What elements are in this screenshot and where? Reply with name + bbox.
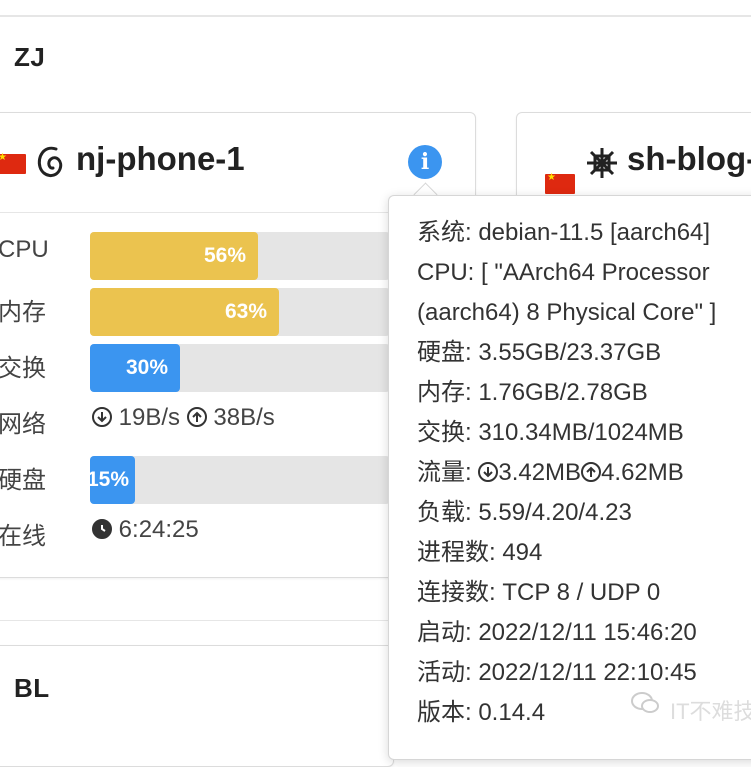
tooltip-processes: 进程数: 494 [417, 539, 543, 566]
uptime-row: 6:24:25 [92, 516, 199, 544]
server-details-tooltip: 系统: debian-11.5 [aarch64] CPU: [ "AArch6… [388, 195, 751, 760]
swap-bar-track: 30% [90, 344, 390, 392]
network-up-value: 38B/s [213, 404, 275, 431]
upload-arrow-icon [186, 407, 207, 427]
memory-value: 63% [224, 300, 267, 323]
tooltip-content: 系统: debian-11.5 [aarch64] CPU: [ "AArch6… [417, 213, 716, 733]
clock-icon [92, 519, 112, 539]
disk-bar-track: 15% [86, 456, 390, 504]
tooltip-traffic-label: 流量: [417, 459, 479, 486]
upload-arrow-icon [581, 462, 602, 482]
download-arrow-icon [92, 407, 112, 427]
tooltip-traffic-down: 3.42MB [498, 459, 582, 486]
disk-bar-fill: 15% [86, 456, 135, 504]
disk-label: 硬盘 [0, 467, 46, 494]
swap-label: 交换 [0, 355, 46, 382]
uptime-label: 在线 [0, 523, 46, 550]
china-flag-icon [0, 152, 26, 174]
swap-value: 30% [125, 356, 168, 379]
download-arrow-icon [478, 462, 499, 482]
cpu-bar-track: 56% [90, 232, 390, 280]
memory-label: 内存 [0, 299, 46, 326]
debian-swirl-icon [34, 143, 68, 183]
tooltip-disk: 硬盘: 3.55GB/23.37GB [417, 339, 662, 366]
tooltip-swap: 交换: 310.34MB/1024MB [417, 419, 684, 446]
cpu-label: CPU [0, 236, 49, 263]
tooltip-connections: 连接数: TCP 8 / UDP 0 [417, 579, 661, 606]
cpu-value: 56% [203, 244, 246, 267]
cpu-bar-fill: 56% [90, 232, 258, 280]
disk-value: 15% [86, 468, 129, 491]
uptime-value: 6:24:25 [118, 516, 199, 543]
network-label: 网络 [0, 411, 46, 438]
tooltip-os: 系统: debian-11.5 [aarch64] [417, 219, 711, 246]
tooltip-load: 负载: 5.59/4.20/4.23 [417, 499, 632, 526]
swap-bar-fill: 30% [90, 344, 180, 392]
network-down-value: 19B/s [118, 404, 181, 431]
tooltip-cpu-1: CPU: [ "AArch64 Processor [417, 259, 710, 286]
memory-bar-fill: 63% [90, 288, 279, 336]
centos-snowflake-icon [585, 146, 619, 180]
tooltip-memory: 内存: 1.76GB/2.78GB [417, 379, 648, 406]
tooltip-traffic-up: 4.62MB [601, 459, 684, 486]
tooltip-traffic: 流量: 3.42MB 4.62MB [417, 453, 716, 493]
group-title-zj: ZJ [14, 42, 46, 72]
china-flag-icon [545, 172, 575, 194]
tooltip-cpu-2: (aarch64) 8 Physical Core" ] [417, 299, 717, 326]
info-icon[interactable]: i [408, 145, 442, 179]
tooltip-boot-time: 启动: 2022/12/11 15:46:20 [417, 619, 697, 646]
server-name[interactable]: nj-phone-1 [76, 140, 245, 178]
watermark-text: IT不难技 [670, 699, 751, 724]
top-divider [0, 15, 751, 17]
group-title-bl: BL [14, 673, 50, 703]
memory-bar-track: 63% [90, 288, 390, 336]
bl-group-panel [0, 645, 394, 767]
server-name[interactable]: sh-blog- [627, 140, 751, 178]
wechat-icon [630, 690, 660, 716]
tooltip-last-active: 活动: 2022/12/11 22:10:45 [417, 659, 697, 686]
network-speeds: 19B/s 38B/s [92, 404, 275, 432]
